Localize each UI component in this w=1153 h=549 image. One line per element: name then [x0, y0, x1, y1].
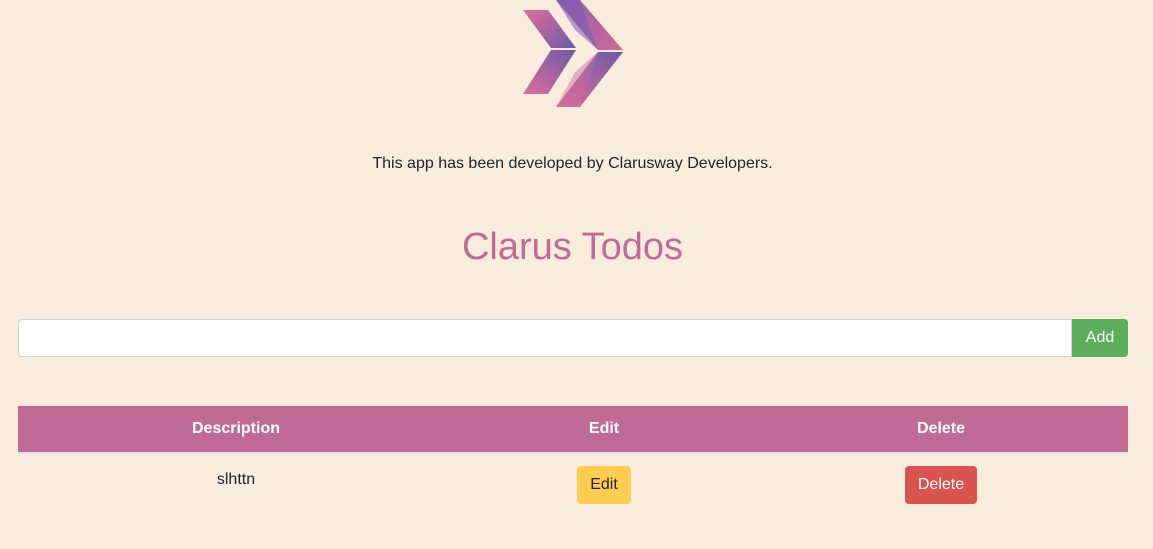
edit-button[interactable]: Edit [577, 466, 631, 504]
add-button[interactable]: Add [1072, 319, 1128, 357]
todo-description: slhttn [216, 471, 256, 488]
delete-cell: Delete [754, 453, 1128, 516]
delete-button[interactable]: Delete [905, 466, 977, 504]
todo-input[interactable] [18, 319, 1072, 357]
header-description: Description [18, 406, 454, 454]
edit-cell: Edit [454, 453, 754, 516]
table-header-row: Description Edit Delete [18, 406, 1128, 454]
header-delete: Delete [754, 406, 1128, 454]
logo-chevrons-icon [523, 0, 623, 107]
page-title: Clarus Todos [461, 226, 684, 268]
table-row: slhttn Edit Delete [18, 453, 1128, 516]
todo-table: Description Edit Delete slhttn Edit Dele… [18, 406, 1128, 516]
credits-text: This app has been developed by Clarusway… [372, 155, 773, 172]
header-edit: Edit [454, 406, 754, 454]
